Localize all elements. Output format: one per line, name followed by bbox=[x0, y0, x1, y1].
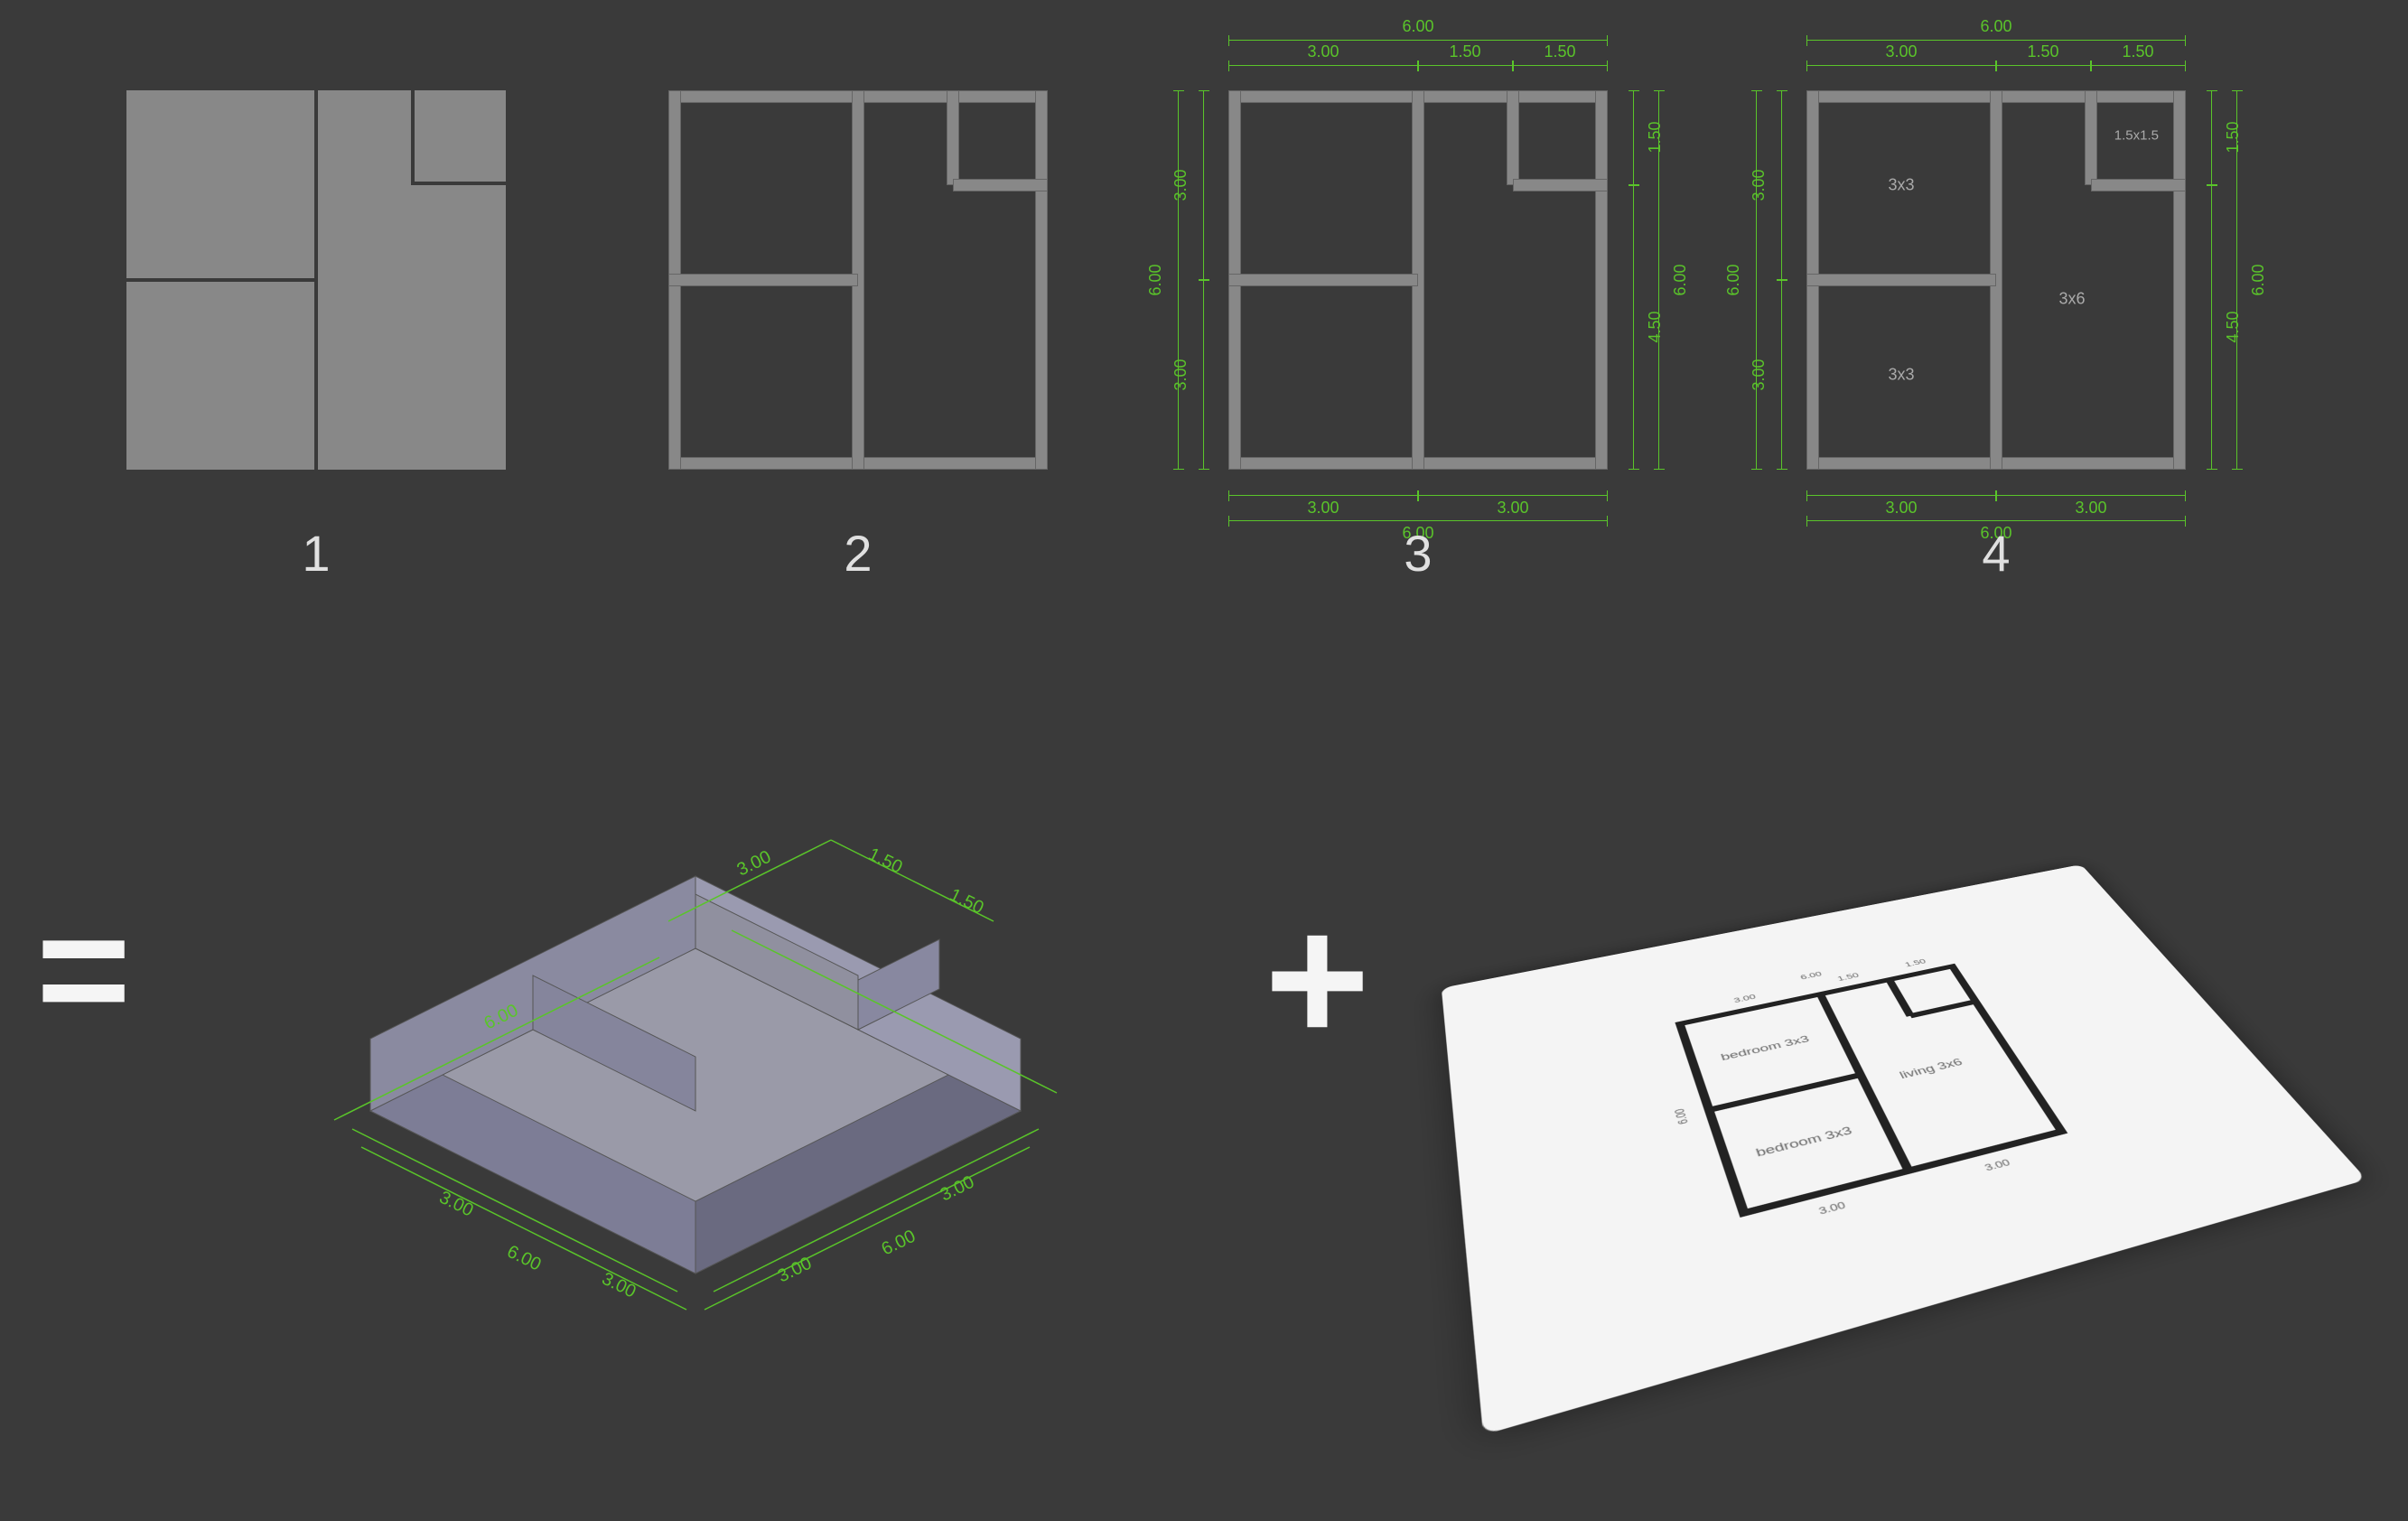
diagram-stage: 1 2 6.00 3.00 1.50 1.50 3.00 3.00 6.00 bbox=[0, 0, 2408, 1521]
dim4-right-b: 4.50 bbox=[2224, 311, 2243, 342]
room-label-3x3-b: 3x3 bbox=[1888, 366, 1914, 385]
room-label-15x15: 1.5x1.5 bbox=[2114, 128, 2159, 144]
step-1-number: 1 bbox=[126, 524, 506, 583]
dim-bot-a: 3.00 bbox=[1307, 499, 1339, 518]
dim4-bot-b: 3.00 bbox=[2075, 499, 2106, 518]
step-1-plan bbox=[126, 90, 506, 470]
sheet-dim-top-total: 6.00 bbox=[1799, 970, 1824, 981]
dim4-left-a: 3.00 bbox=[1750, 169, 1769, 201]
iso-dim-9: 1.50 bbox=[865, 844, 906, 878]
sheet-dim-side: 6.00 bbox=[1671, 1107, 1690, 1125]
room-label-3x3-a: 3x3 bbox=[1888, 176, 1914, 195]
paper-sheet: bedroom 3x3 bedroom 3x3 living 3x6 6.00 … bbox=[1442, 864, 2366, 1435]
step-2-panel bbox=[668, 90, 1048, 470]
sheet-dim-top-a: 3.00 bbox=[1732, 993, 1757, 1004]
equals-symbol: = bbox=[36, 876, 113, 1063]
sheet-plan: bedroom 3x3 bedroom 3x3 living 3x6 6.00 … bbox=[1675, 964, 2067, 1218]
iso-dim-1: 6.00 bbox=[504, 1242, 545, 1275]
step-4-plan: 3x3 3x3 3x6 1.5x1.5 bbox=[1806, 90, 2186, 470]
step-2-number: 2 bbox=[668, 524, 1048, 583]
sheet-dim-bot-b: 3.00 bbox=[1983, 1157, 2012, 1172]
iso-3d-model: 6.00 6.00 3.00 3.00 3.00 3.00 6.00 3.00 … bbox=[262, 695, 1129, 1436]
dim4-top-b: 1.50 bbox=[2027, 42, 2058, 61]
dim4-bot-a: 3.00 bbox=[1885, 499, 1917, 518]
step-3-number: 3 bbox=[1228, 524, 1608, 583]
step-2-plan bbox=[668, 90, 1048, 470]
step-4-panel: 3x3 3x3 3x6 1.5x1.5 6.00 3.00 1.50 1.50 … bbox=[1806, 90, 2186, 470]
dim4-top-total: 6.00 bbox=[1980, 17, 2011, 36]
iso-svg: 6.00 6.00 3.00 3.00 3.00 3.00 6.00 3.00 … bbox=[262, 695, 1129, 1436]
dim-right-b: 4.50 bbox=[1646, 311, 1665, 342]
dim-right-a: 1.50 bbox=[1646, 121, 1665, 153]
dim-left-a: 3.00 bbox=[1171, 169, 1190, 201]
step-1-panel bbox=[126, 90, 506, 470]
plus-symbol: + bbox=[1265, 876, 1370, 1084]
iso-dim-4: 3.00 bbox=[599, 1269, 639, 1302]
dim4-right-total: 6.00 bbox=[2249, 264, 2268, 295]
sheet-dim-bot-a: 3.00 bbox=[1817, 1199, 1848, 1217]
iso-dim-3: 3.00 bbox=[436, 1188, 477, 1221]
room-label-3x6: 3x6 bbox=[2058, 290, 2085, 309]
dim-left-b: 3.00 bbox=[1171, 359, 1190, 390]
dim4-top-a: 3.00 bbox=[1885, 42, 1917, 61]
dim4-top-c: 1.50 bbox=[2122, 42, 2153, 61]
step-3-plan bbox=[1228, 90, 1608, 470]
dim4-left-b: 3.00 bbox=[1750, 359, 1769, 390]
dim-top-b: 1.50 bbox=[1449, 42, 1480, 61]
step-3-panel: 6.00 3.00 1.50 1.50 3.00 3.00 6.00 3.00 … bbox=[1228, 90, 1608, 470]
dim4-right-a: 1.50 bbox=[2224, 121, 2243, 153]
iso-dim-10: 1.50 bbox=[947, 885, 987, 919]
sheet-room-living: living 3x6 bbox=[1898, 1056, 1965, 1080]
dim-top-a: 3.00 bbox=[1307, 42, 1339, 61]
dim-bot-b: 3.00 bbox=[1497, 499, 1528, 518]
dim-right-total: 6.00 bbox=[1671, 264, 1690, 295]
iso-dim-2: 6.00 bbox=[879, 1227, 919, 1260]
dim-top-c: 1.50 bbox=[1544, 42, 1575, 61]
sheet-room-bed1: bedroom 3x3 bbox=[1719, 1033, 1811, 1062]
sheet-room-bed2: bedroom 3x3 bbox=[1754, 1124, 1854, 1160]
step-4-number: 4 bbox=[1806, 524, 2186, 583]
dim-left-total: 6.00 bbox=[1146, 264, 1165, 295]
iso-dim-8: 3.00 bbox=[734, 847, 775, 881]
dim-top-total: 6.00 bbox=[1402, 17, 1433, 36]
sheet-dim-top-b: 1.50 bbox=[1836, 972, 1861, 983]
dim4-left-total: 6.00 bbox=[1724, 264, 1743, 295]
sheet-dim-top-c: 1.50 bbox=[1903, 957, 1927, 968]
